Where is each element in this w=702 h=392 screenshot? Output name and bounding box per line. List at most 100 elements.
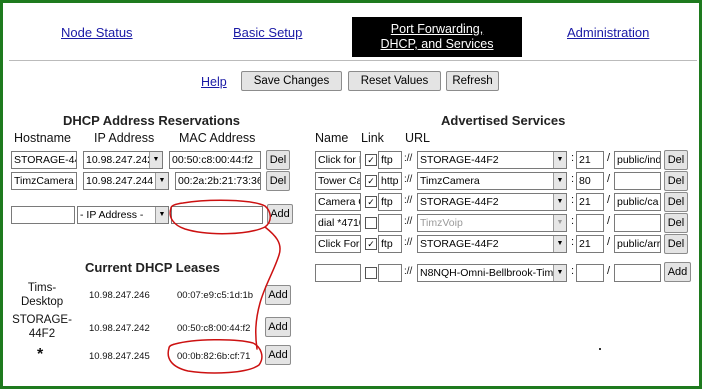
service-host-select[interactable]: STORAGE-44F2 ▼: [417, 235, 567, 253]
check-icon: ✓: [367, 197, 375, 207]
service-host-select[interactable]: STORAGE-44F2 ▼: [417, 151, 567, 169]
reservation-ip-value: 10.98.247.242: [86, 154, 154, 166]
new-service-port-input[interactable]: [576, 264, 604, 282]
port-colon: :: [571, 194, 575, 206]
add-service-button[interactable]: Add: [664, 262, 691, 282]
new-service-host-select[interactable]: N8NQH-Omni-Bellbrook-Timz ▼: [417, 264, 567, 282]
url-separator: ://: [404, 266, 413, 277]
help-link[interactable]: Help: [201, 75, 227, 89]
service-port-input[interactable]: 21: [576, 235, 604, 253]
col-url: URL: [405, 131, 431, 145]
service-port-input[interactable]: 21: [576, 193, 604, 211]
reservation-hostname-input[interactable]: STORAGE-44: [11, 151, 77, 169]
service-port-input[interactable]: [576, 214, 604, 232]
dropdown-arrow-icon: ▼: [553, 236, 566, 252]
col-mac-address: MAC Address: [179, 131, 256, 145]
lease-hostname: Tims- Desktop: [21, 281, 63, 309]
new-service-name-input[interactable]: [315, 264, 361, 282]
service-name-input[interactable]: Click For !: [315, 235, 361, 253]
service-delete-button[interactable]: Del: [664, 234, 688, 254]
service-host-select[interactable]: TimzVoip ▼: [417, 214, 567, 232]
reservation-mac-input[interactable]: 00:2a:2b:21:73:36: [175, 172, 261, 190]
col-name: Name: [315, 131, 349, 145]
url-separator: ://: [404, 174, 413, 185]
add-reservation-button[interactable]: Add: [267, 204, 293, 224]
service-link-checkbox[interactable]: [365, 217, 377, 229]
new-hostname-input[interactable]: [11, 206, 75, 224]
dropdown-arrow-icon: ▼: [155, 207, 168, 223]
service-link-checkbox[interactable]: ✓: [365, 238, 377, 250]
service-port-input[interactable]: 80: [576, 172, 604, 190]
lease-mac: 00:50:c8:00:44:f2: [177, 323, 251, 334]
service-path-input[interactable]: public/ind: [614, 151, 661, 169]
service-delete-button[interactable]: Del: [664, 171, 688, 191]
service-protocol-input[interactable]: ftp: [378, 151, 402, 169]
col-link: Link: [361, 131, 384, 145]
tab-port-forwarding[interactable]: Port Forwarding, DHCP, and Services: [352, 17, 522, 57]
tab-port-forwarding-line1: Port Forwarding,: [390, 22, 484, 36]
port-colon: :: [571, 265, 575, 277]
dropdown-arrow-icon: ▼: [155, 173, 168, 189]
service-link-checkbox[interactable]: ✓: [365, 175, 377, 187]
reservation-ip-select[interactable]: 10.98.247.242 ▼: [83, 151, 163, 169]
service-path-input[interactable]: public/ca: [614, 193, 661, 211]
tab-administration[interactable]: Administration: [567, 25, 649, 40]
service-link-checkbox[interactable]: ✓: [365, 196, 377, 208]
reservation-hostname-input[interactable]: TimzCamera: [11, 172, 77, 190]
lease-mac: 00:0b:82:6b:cf:71: [177, 351, 251, 362]
reset-values-button[interactable]: Reset Values: [348, 71, 441, 91]
path-slash: /: [607, 194, 611, 206]
check-icon: ✓: [367, 176, 375, 186]
service-name-input[interactable]: Camera C: [315, 193, 361, 211]
advertised-services-title: Advertised Services: [441, 113, 566, 128]
service-delete-button[interactable]: Del: [664, 150, 688, 170]
service-host-value: TimzVoip: [420, 217, 463, 229]
new-service-path-input[interactable]: [614, 264, 661, 282]
tab-node-status[interactable]: Node Status: [61, 25, 133, 40]
service-name-input[interactable]: Tower Ca: [315, 172, 361, 190]
service-protocol-input[interactable]: http: [378, 172, 402, 190]
service-host-select[interactable]: TimzCamera ▼: [417, 172, 567, 190]
service-port-input[interactable]: 21: [576, 151, 604, 169]
new-mac-input[interactable]: [171, 206, 263, 224]
service-delete-button[interactable]: Del: [664, 213, 688, 233]
lease-hostname: STORAGE- 44F2: [9, 313, 75, 341]
service-host-value: STORAGE-44F2: [420, 238, 499, 250]
service-path-input[interactable]: public/arr: [614, 235, 661, 253]
port-colon: :: [571, 173, 575, 185]
service-path-input[interactable]: [614, 214, 661, 232]
lease-add-button[interactable]: Add: [265, 345, 291, 365]
new-ip-select[interactable]: - IP Address - ▼: [77, 206, 169, 224]
reservation-mac-input[interactable]: 00:50:c8:00:44:f2: [169, 151, 261, 169]
tab-basic-setup[interactable]: Basic Setup: [233, 25, 302, 40]
service-name-input[interactable]: dial *4710: [315, 214, 361, 232]
service-protocol-input[interactable]: [378, 214, 402, 232]
save-changes-button[interactable]: Save Changes: [241, 71, 342, 91]
lease-mac: 00:07:e9:c5:1d:1b: [177, 290, 254, 301]
service-path-input[interactable]: [614, 172, 661, 190]
app-frame: Node Status Basic Setup Port Forwarding,…: [0, 0, 702, 389]
reservation-delete-button[interactable]: Del: [266, 171, 290, 191]
service-protocol-input[interactable]: ftp: [378, 193, 402, 211]
reservation-ip-select[interactable]: 10.98.247.244 ▼: [83, 172, 169, 190]
lease-add-button[interactable]: Add: [265, 317, 291, 337]
service-protocol-input[interactable]: ftp: [378, 235, 402, 253]
lease-hostname-line2: 44F2: [28, 328, 56, 340]
service-name-input[interactable]: Click for N: [315, 151, 361, 169]
path-slash: /: [607, 173, 611, 185]
new-service-link-checkbox[interactable]: [365, 267, 377, 279]
new-service-host-value: N8NQH-Omni-Bellbrook-Timz: [420, 267, 559, 279]
service-host-select[interactable]: STORAGE-44F2 ▼: [417, 193, 567, 211]
service-host-value: STORAGE-44F2: [420, 154, 499, 166]
path-slash: /: [607, 265, 611, 277]
lease-add-button[interactable]: Add: [265, 285, 291, 305]
service-delete-button[interactable]: Del: [664, 192, 688, 212]
path-slash: /: [607, 152, 611, 164]
lease-hostname-line1: Tims-: [27, 282, 57, 294]
dropdown-arrow-icon: ▼: [553, 152, 566, 168]
new-service-protocol-input[interactable]: [378, 264, 402, 282]
refresh-button[interactable]: Refresh: [446, 71, 499, 91]
reservation-delete-button[interactable]: Del: [266, 150, 290, 170]
service-link-checkbox[interactable]: ✓: [365, 154, 377, 166]
new-ip-value: - IP Address -: [80, 209, 144, 221]
